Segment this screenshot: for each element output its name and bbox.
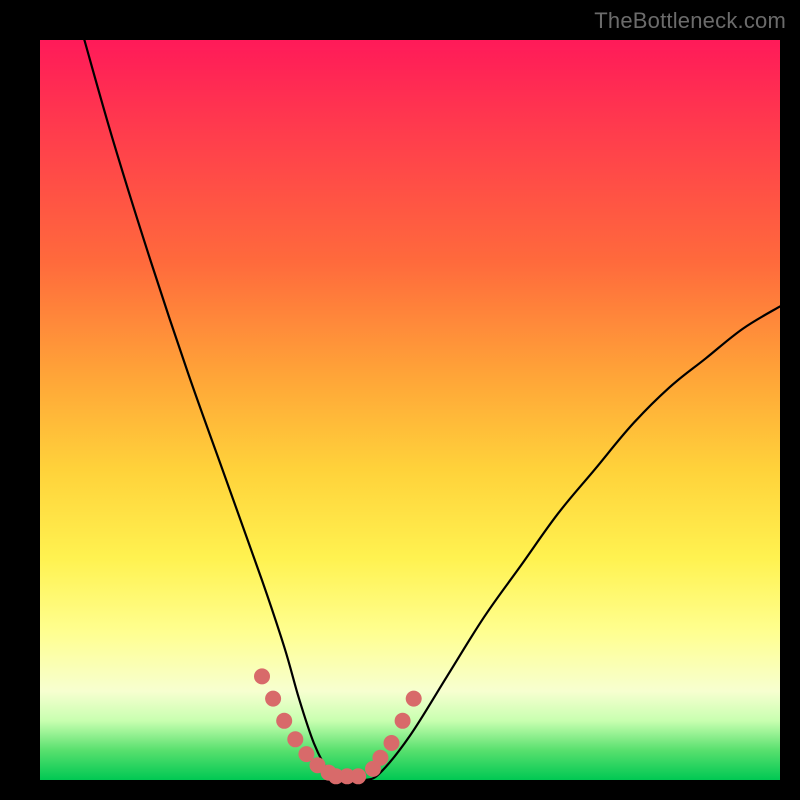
marker-dot — [350, 768, 366, 784]
marker-dot — [254, 668, 270, 684]
marker-dot — [406, 691, 422, 707]
bottleneck-curve — [84, 40, 780, 781]
curve-svg — [40, 40, 780, 780]
marker-dot — [276, 713, 292, 729]
marker-group — [254, 668, 422, 784]
watermark-text: TheBottleneck.com — [594, 8, 786, 34]
marker-dot — [372, 750, 388, 766]
marker-dot — [384, 735, 400, 751]
marker-dot — [265, 691, 281, 707]
plot-area — [40, 40, 780, 780]
marker-dot — [395, 713, 411, 729]
marker-dot — [287, 731, 303, 747]
chart-frame: TheBottleneck.com — [0, 0, 800, 800]
